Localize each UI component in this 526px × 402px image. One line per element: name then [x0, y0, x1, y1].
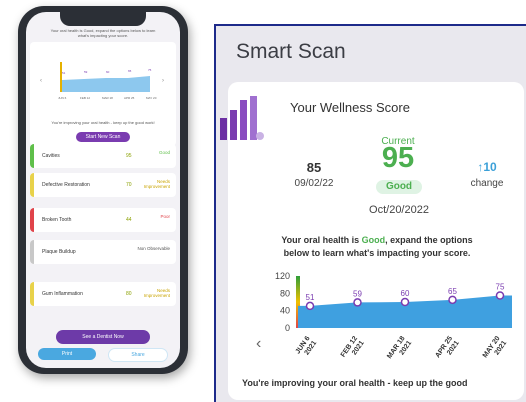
phone-chart: ‹ › 51 59 60 65 75 JUN 6 FEB 12 MAR 18 APR 25 MA… [40, 62, 164, 100]
improving-message: You're improving your oral health - keep… [242, 378, 468, 388]
score-item-color-bar [30, 240, 34, 264]
score-item-status: Good [158, 150, 170, 155]
wellness-bars-icon [220, 96, 264, 140]
score-item-color-bar [30, 173, 34, 197]
x-tick-label: FEB 122021 [340, 335, 366, 363]
phone-intro: Your oral health is Good, expand the opt… [50, 28, 156, 38]
svg-text:75: 75 [148, 68, 152, 72]
svg-text:FEB 12: FEB 12 [80, 96, 90, 100]
data-label: 75 [496, 283, 505, 292]
score-item-status: Needs Improvement [143, 288, 170, 298]
phone-chart-card: ‹ › 51 59 60 65 75 JUN 6 FEB 12 MAR 18 APR 25 MA… [30, 42, 176, 146]
page-title: Smart Scan [236, 40, 346, 63]
previous-score: 85 [306, 160, 322, 175]
score-item-color-bar [30, 144, 34, 168]
score-item-label: Cavities [42, 153, 60, 159]
score-item-value: 95 [126, 153, 132, 159]
score-item-value: 80 [126, 291, 132, 297]
share-button[interactable]: Share [108, 348, 168, 362]
chevron-right-icon: › [162, 78, 164, 84]
wellness-card: Your Wellness Score 85 09/02/22 Current … [220, 82, 524, 400]
score-item-color-bar [30, 282, 34, 306]
data-point [305, 301, 315, 311]
print-button[interactable]: Print [38, 348, 96, 360]
y-tick-label: 120 [275, 271, 290, 281]
score-item-value: 44 [126, 217, 132, 223]
svg-text:59: 59 [84, 70, 88, 74]
start-new-scan-button[interactable]: Start New Scan [76, 132, 130, 142]
svg-text:60: 60 [106, 70, 110, 74]
svg-text:JUN 6: JUN 6 [58, 96, 67, 100]
y-tick-label: 40 [280, 306, 290, 316]
data-label: 60 [401, 289, 410, 298]
x-tick-label: MAR 182021 [386, 335, 413, 365]
card-title: Your Wellness Score [290, 100, 410, 115]
score-item-2[interactable]: Broken Tooth 44 Poor [30, 208, 176, 232]
y-tick-label: 0 [285, 323, 290, 333]
data-point [495, 291, 505, 300]
svg-text:MAR 18: MAR 18 [102, 96, 113, 100]
svg-text:51: 51 [62, 71, 66, 75]
phone-screen: Your oral health is Good, expand the opt… [26, 12, 180, 368]
data-point [400, 297, 410, 307]
score-item-label: Defective Restoration [42, 182, 90, 188]
data-point [448, 295, 457, 305]
y-tick-label: 80 [280, 288, 290, 298]
change-label: change [470, 178, 504, 189]
phone-improving-text: You're improving your oral health - keep… [51, 120, 155, 125]
score-item-status: Needs Improvement [143, 179, 170, 189]
current-date: Oct/20/2022 [369, 204, 429, 216]
change-value: ↑10 [477, 160, 497, 174]
phone-notch [60, 12, 146, 26]
score-item-label: Broken Tooth [42, 217, 72, 223]
score-item-4[interactable]: Gum Inflammation 80 Needs Improvement [30, 282, 176, 306]
score-item-status: Poor [160, 214, 170, 219]
score-item-label: Gum Inflammation [42, 291, 83, 297]
score-item-3[interactable]: Plaque Buildup Non Observable [30, 240, 176, 264]
x-tick-label: JUN 62021 [295, 335, 319, 360]
chevron-left-icon: ‹ [256, 335, 261, 352]
score-trend-chart: ‹ 120 80 40 0 51 59 60 65 75 JUN 62021 FEB 122021 M… [256, 271, 512, 365]
data-label: 59 [353, 289, 362, 298]
score-item-status: Non Observable [137, 246, 170, 251]
score-item-value: 70 [126, 182, 132, 188]
status-badge: Good [376, 180, 422, 194]
score-item-0[interactable]: Cavities 95 Good [30, 144, 176, 168]
score-item-label: Plaque Buildup [42, 249, 76, 255]
see-dentist-button[interactable]: See a Dentist Now [56, 330, 150, 344]
data-point [353, 298, 362, 307]
x-tick-label: MAY 202021 [482, 335, 508, 364]
health-message: Your oral health is Good, expand the opt… [281, 235, 473, 258]
previous-date: 09/02/22 [294, 178, 334, 189]
svg-text:65: 65 [128, 69, 132, 73]
score-item-1[interactable]: Defective Restoration 70 Needs Improvement [30, 173, 176, 197]
current-score: 95 [381, 142, 415, 174]
data-label: 65 [448, 287, 457, 296]
x-tick-label: APR 252021 [434, 335, 460, 364]
score-item-color-bar [30, 208, 34, 232]
svg-text:MAY 20: MAY 20 [146, 96, 157, 100]
chevron-left-icon: ‹ [40, 78, 42, 84]
data-label: 51 [306, 293, 315, 302]
svg-text:APR 25: APR 25 [124, 96, 135, 100]
